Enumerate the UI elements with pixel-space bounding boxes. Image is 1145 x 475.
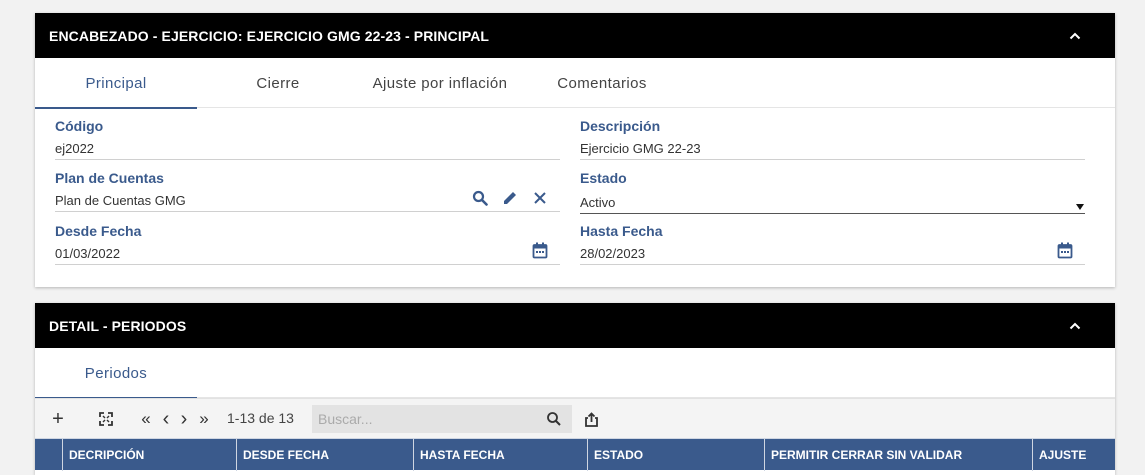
codigo-label: Código <box>55 118 104 134</box>
descripcion-underline <box>580 159 1085 160</box>
plan-search-button[interactable] <box>469 187 491 209</box>
tab-periodos[interactable]: Periodos <box>35 348 197 399</box>
calendar-icon <box>532 242 548 258</box>
tab-comentarios[interactable]: Comentarios <box>521 58 683 108</box>
first-page-button[interactable]: « <box>139 407 153 431</box>
plan-de-cuentas-underline <box>55 211 560 212</box>
desde-fecha-underline <box>55 264 560 265</box>
pencil-icon <box>504 192 516 204</box>
page-info: 1-13 de 13 <box>227 410 294 426</box>
grid-header-row: DECRIPCIÓN DESDE FECHA HASTA FECHA ESTAD… <box>35 438 1115 471</box>
header-panel-title: ENCABEZADO - EJERCICIO: EJERCICIO GMG 22… <box>49 27 490 44</box>
tab-principal[interactable]: Principal <box>35 58 197 109</box>
column-header-desde-fecha[interactable]: DESDE FECHA <box>237 439 414 471</box>
tab-ajuste-por-inflacion[interactable]: Ajuste por inflación <box>359 58 521 108</box>
search-icon <box>472 190 488 206</box>
desde-fecha-picker-button[interactable] <box>529 239 551 261</box>
share-icon <box>584 411 598 427</box>
estado-value[interactable]: Activo <box>580 195 615 210</box>
column-header-hasta-fecha[interactable]: HASTA FECHA <box>414 439 588 471</box>
plan-clear-button[interactable] <box>529 187 551 209</box>
header-form: Código ej2022 Descripción Ejercicio GMG … <box>35 108 1115 286</box>
estado-underline <box>580 213 1085 214</box>
codigo-value[interactable]: ej2022 <box>55 141 94 156</box>
hasta-fecha-picker-button[interactable] <box>1054 239 1076 261</box>
search-box <box>312 405 572 433</box>
codigo-underline <box>55 159 560 160</box>
header-collapse-button[interactable] <box>1063 24 1087 48</box>
desde-fecha-field[interactable]: Desde Fecha 01/03/2022 <box>55 223 560 265</box>
column-header-descripcion[interactable]: DECRIPCIÓN <box>63 439 237 471</box>
export-button[interactable] <box>582 407 600 431</box>
hasta-fecha-value[interactable]: 28/02/2023 <box>580 246 645 261</box>
hasta-fecha-field[interactable]: Hasta Fecha 28/02/2023 <box>580 223 1085 265</box>
desde-fecha-value[interactable]: 01/03/2022 <box>55 246 120 261</box>
plan-de-cuentas-value[interactable]: Plan de Cuentas GMG <box>55 193 186 208</box>
column-selector[interactable] <box>35 439 63 471</box>
detail-tabs: Periodos <box>35 348 1115 399</box>
plan-de-cuentas-field[interactable]: Plan de Cuentas Plan de Cuentas GMG <box>55 170 560 212</box>
header-panel: ENCABEZADO - EJERCICIO: EJERCICIO GMG 22… <box>35 13 1115 287</box>
estado-label: Estado <box>580 170 627 186</box>
plan-de-cuentas-label: Plan de Cuentas <box>55 170 164 186</box>
close-icon <box>534 192 546 204</box>
descripcion-value[interactable]: Ejercicio GMG 22-23 <box>580 141 701 156</box>
fullscreen-icon <box>99 412 113 426</box>
grid-toolbar: + « ‹ › » 1-13 de 13 <box>35 398 1115 438</box>
estado-select[interactable]: Estado Activo <box>580 170 1085 214</box>
descripcion-field[interactable]: Descripción Ejercicio GMG 22-23 <box>580 118 1085 160</box>
hasta-fecha-underline <box>580 264 1085 265</box>
prev-page-button[interactable]: ‹ <box>159 407 173 431</box>
chevron-up-icon <box>1069 32 1081 39</box>
search-input[interactable] <box>312 405 532 433</box>
next-page-button[interactable]: › <box>177 407 191 431</box>
search-icon[interactable] <box>546 411 562 427</box>
plan-edit-button[interactable] <box>499 187 521 209</box>
desde-fecha-label: Desde Fecha <box>55 223 142 239</box>
column-header-estado[interactable]: ESTADO <box>588 439 765 471</box>
calendar-icon <box>1057 242 1073 258</box>
detail-panel-bar: DETAIL - PERIODOS <box>35 303 1115 348</box>
header-panel-bar: ENCABEZADO - EJERCICIO: EJERCICIO GMG 22… <box>35 13 1115 58</box>
column-header-permitir-cerrar[interactable]: PERMITIR CERRAR SIN VALIDAR <box>765 439 1033 471</box>
detail-panel-title: DETAIL - PERIODOS <box>49 317 187 334</box>
detail-collapse-button[interactable] <box>1063 314 1087 338</box>
add-button[interactable]: + <box>49 407 67 431</box>
expand-button[interactable] <box>97 407 115 431</box>
hasta-fecha-label: Hasta Fecha <box>580 223 663 239</box>
header-tabs: Principal Cierre Ajuste por inflación Co… <box>35 58 1115 109</box>
detail-panel: DETAIL - PERIODOS Periodos + « ‹ › » 1-1… <box>35 303 1115 475</box>
last-page-button[interactable]: » <box>197 407 211 431</box>
column-header-ajuste[interactable]: AJUSTE <box>1033 439 1115 471</box>
codigo-field[interactable]: Código ej2022 <box>55 118 560 160</box>
tab-cierre[interactable]: Cierre <box>197 58 359 108</box>
descripcion-label: Descripción <box>580 118 661 134</box>
chevron-up-icon <box>1069 322 1081 329</box>
